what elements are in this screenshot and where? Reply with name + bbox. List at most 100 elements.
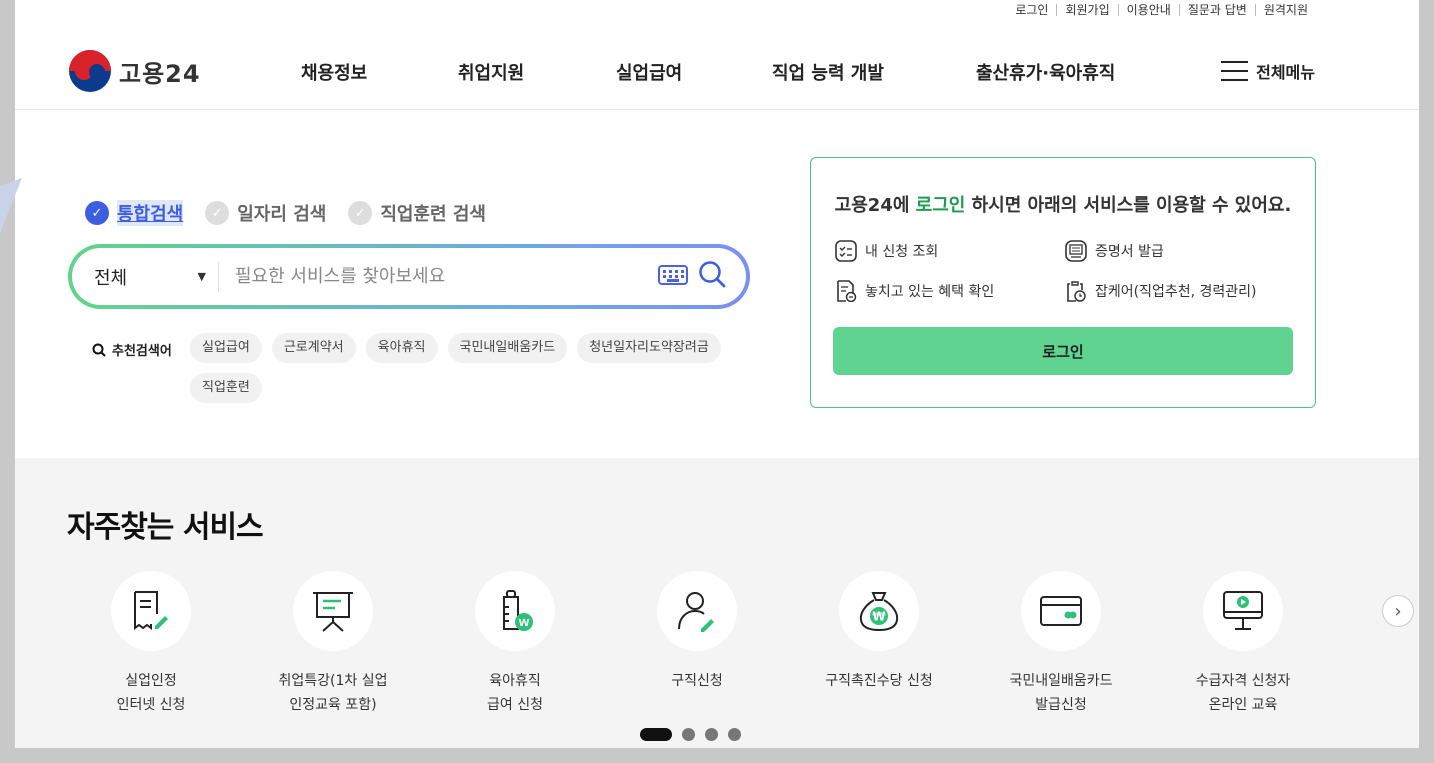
recommended-title: 추천검색어 (92, 340, 172, 359)
svg-text:W: W (518, 618, 529, 629)
nav-parental-leave[interactable]: 출산휴가·육아휴직 (976, 59, 1115, 85)
service-label-line: 인정교육 포함) (289, 697, 377, 713)
header: 고용24 채용정보 취업지원 실업급여 직업 능력 개발 출산휴가·육아휴직 전… (15, 15, 1419, 110)
pagination-dot[interactable] (682, 728, 695, 741)
search-icon (92, 343, 106, 357)
document-check-icon (837, 280, 857, 302)
checklist-icon (835, 240, 857, 262)
pagination-dot[interactable] (728, 728, 741, 741)
money-bag-icon: ₩ (859, 592, 899, 632)
login-message-prefix: 고용24에 (834, 195, 916, 216)
tab-label: 통합검색 (117, 200, 184, 226)
service-label-line: 취업특강(1차 실업 (278, 673, 388, 689)
service-label: 놓치고 있는 혜택 확인 (865, 284, 995, 300)
chevron-right-icon: › (1394, 600, 1402, 622)
service-label-line: 수급자격 신청자 (1195, 673, 1291, 689)
service-card-online-education[interactable]: 수급자격 신청자온라인 교육 (1153, 571, 1333, 717)
pagination-dot-active[interactable] (640, 728, 672, 741)
service-label-line: 온라인 교육 (1208, 697, 1278, 713)
tab-job-search[interactable]: ✓ 일자리 검색 (205, 200, 326, 226)
clipboard-clock-icon (1067, 281, 1086, 302)
receipt-pen-icon (134, 591, 168, 630)
util-qna-link[interactable]: 질문과 답변 (1178, 4, 1255, 16)
nav-employment-support[interactable]: 취업지원 (458, 59, 524, 85)
service-card-job-promotion-allowance[interactable]: ₩ 구직촉진수당 신청 (789, 571, 969, 693)
service-label: 잡케어(직업추천, 경력관리) (1095, 284, 1257, 300)
service-card-job-lecture[interactable]: 취업특강(1차 실업인정교육 포함) (243, 571, 423, 717)
check-circle-icon: ✓ (348, 201, 373, 225)
logo-text: 고용24 (119, 59, 201, 88)
all-menu-label: 전체메뉴 (1256, 63, 1315, 82)
nav-skill-development[interactable]: 직업 능력 개발 (772, 59, 884, 85)
search-input[interactable] (235, 266, 635, 287)
tab-integrated-search[interactable]: ✓ 통합검색 (85, 200, 184, 226)
pagination-dot[interactable] (705, 728, 718, 741)
login-button[interactable]: 로그인 (833, 327, 1293, 375)
nav-unemployment-benefit[interactable]: 실업급여 (616, 59, 682, 85)
util-login-link[interactable]: 로그인 (1007, 4, 1056, 16)
search-tabs: ✓ 통합검색 ✓ 일자리 검색 ✓ 직업훈련 검색 (85, 200, 486, 226)
search-icon[interactable] (698, 260, 726, 288)
service-card-learning-card[interactable]: 국민내일배움카드 발급신청 (971, 571, 1151, 717)
search-category-value: 전체 (94, 267, 128, 289)
service-missed-benefits[interactable]: 놓치고 있는 혜택 확인 (835, 280, 994, 302)
certificate-icon (1065, 240, 1087, 262)
service-certificate[interactable]: 증명서 발급 (1065, 240, 1164, 262)
carousel-pagination (640, 728, 741, 741)
service-label-line: 육아휴직 (489, 673, 541, 689)
frequent-services: 자주찾는 서비스 실업인정인터넷 신청 취업특강(1차 실업인정교육 포함) W… (15, 458, 1419, 748)
caret-down-icon: ▼ (197, 270, 206, 283)
service-label: 내 신청 조회 (865, 244, 939, 260)
tab-label: 직업훈련 검색 (380, 204, 486, 225)
search-category-select[interactable]: 전체 ▼ (94, 261, 219, 292)
util-signup-link[interactable]: 회원가입 (1056, 4, 1117, 16)
tab-training-search[interactable]: ✓ 직업훈련 검색 (348, 200, 486, 226)
nav-job-info[interactable]: 채용정보 (301, 59, 367, 85)
check-circle-icon: ✓ (85, 201, 109, 225)
tab-label: 일자리 검색 (237, 204, 327, 225)
presentation-board-icon (313, 592, 353, 632)
service-label-line: 실업인정 (125, 673, 177, 689)
keyword-chip[interactable]: 국민내일배움카드 (447, 333, 568, 363)
service-jobcare[interactable]: 잡케어(직업추천, 경력관리) (1065, 280, 1257, 302)
keyword-chips: 실업급여 근로계약서 육아휴직 국민내일배움카드 청년일자리도약장려금 직업훈련 (190, 333, 730, 403)
baby-bottle-icon: W (503, 590, 533, 631)
util-guide-link[interactable]: 이용안내 (1117, 4, 1179, 16)
person-pen-icon (678, 592, 714, 632)
login-message: 고용24에 로그인 하시면 아래의 서비스를 이용할 수 있어요. (811, 191, 1315, 217)
logo[interactable]: 고용24 (69, 50, 201, 92)
recommended-title-text: 추천검색어 (112, 344, 172, 359)
svg-text:₩: ₩ (872, 610, 886, 624)
keyword-chip[interactable]: 육아휴직 (365, 333, 438, 363)
carousel-next-button[interactable]: › (1382, 595, 1414, 627)
taegeuk-logo-icon (69, 50, 111, 92)
login-card: 고용24에 로그인 하시면 아래의 서비스를 이용할 수 있어요. 내 신청 조… (810, 157, 1316, 408)
login-message-suffix: 하시면 아래의 서비스를 이용할 수 있어요. (965, 195, 1292, 216)
hamburger-icon (1221, 61, 1249, 81)
service-label-line: 인터넷 신청 (116, 697, 186, 713)
utility-links: 로그인 회원가입 이용안내 질문과 답변 원격지원 (1007, 4, 1316, 16)
decorative-arrow-icon (0, 178, 22, 233)
service-label: 증명서 발급 (1095, 244, 1164, 260)
service-label-line: 급여 신청 (487, 697, 543, 713)
service-label-line: 구직촉진수당 신청 (825, 673, 933, 689)
keyword-chip[interactable]: 청년일자리도약장려금 (577, 333, 721, 363)
keyword-chip[interactable]: 직업훈련 (190, 373, 262, 403)
login-message-highlight: 로그인 (915, 195, 966, 216)
card-icon (1040, 596, 1082, 626)
all-menu-button[interactable]: 전체메뉴 (1221, 59, 1315, 83)
service-my-applications[interactable]: 내 신청 조회 (835, 240, 938, 262)
virtual-keyboard-icon[interactable] (658, 265, 688, 285)
service-card-job-application[interactable]: 구직신청 (607, 571, 787, 693)
keyword-chip[interactable]: 근로계약서 (271, 333, 356, 363)
check-circle-icon: ✓ (205, 201, 230, 225)
service-card-unemployment-recognition[interactable]: 실업인정인터넷 신청 (61, 571, 241, 717)
service-label-line: 국민내일배움카드 (1009, 673, 1113, 689)
service-card-parental-leave-benefit[interactable]: W 육아휴직급여 신청 (425, 571, 605, 717)
service-label-line: 구직신청 (671, 673, 723, 689)
monitor-play-icon (1223, 591, 1263, 630)
search-box: 전체 ▼ (68, 244, 750, 309)
keyword-chip[interactable]: 실업급여 (190, 333, 262, 363)
util-remote-link[interactable]: 원격지원 (1254, 4, 1316, 16)
section-title: 자주찾는 서비스 (67, 510, 264, 545)
